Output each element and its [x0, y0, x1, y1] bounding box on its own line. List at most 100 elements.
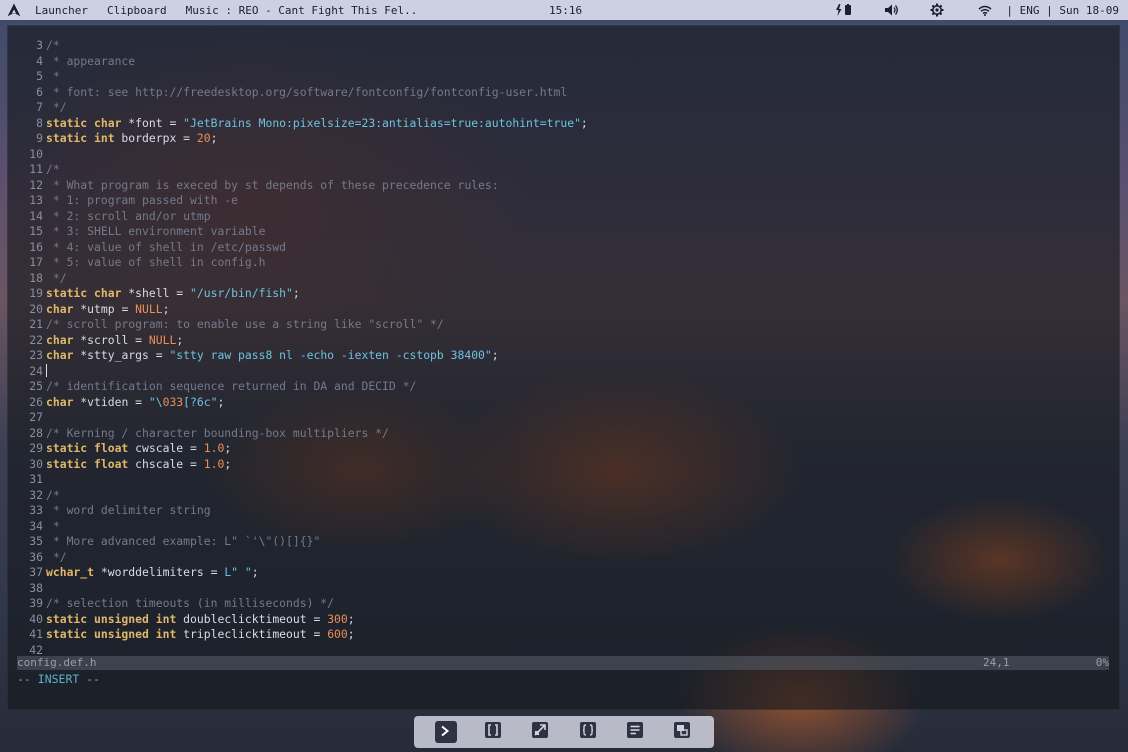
code-line[interactable]: 8 static char *font = "JetBrains Mono:pix… — [17, 116, 588, 132]
code-token: tripleclicktimeout = — [176, 627, 328, 641]
code-line[interactable]: 31 — [17, 472, 588, 488]
window-switch-icon — [673, 721, 691, 743]
code-line[interactable]: 24 — [17, 363, 588, 380]
code-line[interactable]: 9 static int borderpx = 20; — [17, 131, 588, 147]
code-token: [?6c" — [183, 394, 218, 409]
code-line[interactable]: 40 static unsigned int doubleclicktimeout… — [17, 612, 588, 628]
code-token: * — [46, 69, 60, 83]
code-line[interactable]: 30 static float chscale = 1.0; — [17, 457, 588, 473]
code-token: ; — [224, 456, 232, 471]
code-line[interactable]: 6 * font: see http://freedesktop.org/sof… — [17, 85, 588, 101]
line-number: 12 — [29, 177, 43, 192]
language-date-indicator[interactable]: | ENG | Sun 18-09 — [1006, 4, 1119, 17]
code-token: ; — [347, 627, 355, 641]
launcher-button[interactable]: Launcher — [35, 4, 88, 17]
line-number: 26 — [29, 394, 43, 409]
dock-notes[interactable] — [624, 721, 646, 743]
line-number: 16 — [29, 239, 43, 254]
clipboard-button[interactable]: Clipboard — [107, 4, 167, 17]
code-line[interactable]: 18 */ — [17, 271, 588, 287]
code-line[interactable]: 38 — [17, 581, 588, 597]
code-line[interactable]: 41 static unsigned int tripleclicktimeout… — [17, 627, 588, 643]
code-line[interactable]: 23 char *stty_args = "stty raw pass8 nl -… — [17, 348, 588, 364]
code-token: cwscale = — [128, 441, 204, 455]
code-line[interactable]: 13 * 1: program passed with -e — [17, 193, 588, 209]
music-widget[interactable]: Music : REO - Cant Fight This Fel.. — [186, 4, 418, 17]
code-token: /* — [46, 487, 60, 502]
clock[interactable]: 15:16 — [549, 4, 582, 17]
code-line[interactable]: 21/* scroll program: to enable use a str… — [17, 317, 588, 333]
line-number: 22 — [29, 332, 43, 347]
code-line[interactable]: 12 * What program is execed by st depend… — [17, 178, 588, 194]
code-line[interactable]: 26 char *vtiden = "\033[?6c"; — [17, 395, 588, 411]
code-line[interactable]: 14 * 2: scroll and/or utmp — [17, 209, 588, 225]
dock-brackets[interactable] — [482, 721, 504, 743]
text-cursor — [46, 363, 47, 377]
line-number: 15 — [29, 224, 43, 238]
code-line[interactable]: 15 * 3: SHELL environment variable — [17, 224, 588, 240]
line-number: 6 — [36, 84, 43, 99]
dock-window-switch[interactable] — [671, 721, 693, 743]
dock-terminal[interactable] — [434, 721, 457, 743]
code-line[interactable]: 10 — [17, 147, 588, 163]
code-line[interactable]: 33 * word delimiter string — [17, 503, 588, 519]
code-token: * 1: program passed with -e — [46, 193, 239, 207]
code-line[interactable]: 20 char *utmp = NULL; — [17, 302, 588, 318]
code-line[interactable]: 32/* — [17, 488, 588, 504]
code-token: *utmp = — [73, 301, 136, 316]
code-token: NULL — [135, 301, 163, 316]
vim-status-line: config.def.h 24,1 0% — [17, 656, 1109, 670]
code-token: */ — [46, 270, 67, 285]
code-line[interactable]: 37 wchar_t *worddelimiters = L" "; — [17, 565, 588, 581]
code-token: static float — [46, 456, 129, 471]
code-line[interactable]: 19 static char *shell = "/usr/bin/fish"; — [17, 286, 588, 302]
code-braces-icon — [579, 721, 597, 743]
battery-charging-icon[interactable] — [835, 4, 853, 16]
code-line[interactable]: 34 * — [17, 519, 588, 535]
dock-screenshot[interactable] — [529, 721, 551, 743]
code-token: ; — [580, 115, 588, 130]
code-editor[interactable]: 3/* 4 * appearance 5 * 6 * font: see http:/… — [17, 38, 588, 658]
code-token: ; — [251, 565, 259, 579]
wifi-icon[interactable] — [978, 5, 992, 16]
code-line[interactable]: 39/* selection timeouts (in milliseconds… — [17, 596, 588, 612]
code-line[interactable]: 11/* — [17, 162, 588, 178]
line-number: 32 — [29, 487, 43, 502]
code-token: * 4: value of shell in /etc/passwd — [46, 239, 287, 254]
code-line[interactable]: 35 * More advanced example: L" `'\"()[]{… — [17, 534, 588, 550]
code-line[interactable]: 25/* identification sequence returned in… — [17, 379, 588, 395]
code-token: /* — [46, 38, 60, 52]
code-line[interactable]: 7 */ — [17, 100, 588, 116]
code-token: L" " — [224, 565, 252, 579]
code-token: *vtiden = — [73, 394, 149, 409]
code-line[interactable]: 4 * appearance — [17, 54, 588, 70]
code-line[interactable]: 27 — [17, 410, 588, 426]
code-token: * 3: SHELL environment variable — [46, 224, 266, 238]
code-line[interactable]: 36 */ — [17, 550, 588, 566]
code-token: ; — [162, 301, 170, 316]
code-token: * font: see http://freedesktop.org/softw… — [46, 84, 568, 99]
dock-code[interactable] — [577, 721, 599, 743]
code-line[interactable]: 17 * 5: value of shell in config.h — [17, 255, 588, 271]
terminal-window[interactable]: 3/* 4 * appearance 5 * 6 * font: see http:/… — [7, 25, 1120, 710]
code-line[interactable]: 5 * — [17, 69, 588, 85]
code-token: /* Kerning / character bounding-box mult… — [46, 425, 389, 440]
code-token: "JetBrains Mono:pixelsize=23:antialias=t… — [183, 115, 581, 130]
vim-mode-indicator: -- INSERT -- — [17, 672, 101, 686]
settings-gear-icon[interactable] — [930, 3, 944, 17]
code-line[interactable]: 29 static float cwscale = 1.0; — [17, 441, 588, 457]
volume-icon[interactable] — [885, 4, 899, 16]
code-line[interactable]: 3/* — [17, 38, 588, 54]
line-number: 21 — [29, 317, 43, 331]
code-line[interactable]: 28/* Kerning / character bounding-box mu… — [17, 426, 588, 442]
arch-logo-icon[interactable] — [7, 2, 23, 18]
code-token: *font = — [121, 115, 184, 130]
line-number: 30 — [29, 456, 43, 471]
code-token: 1.0 — [203, 441, 225, 455]
code-line[interactable]: 22 char *scroll = NULL; — [17, 333, 588, 349]
line-number: 35 — [29, 534, 43, 548]
code-token: 600 — [327, 627, 348, 641]
code-line[interactable]: 16 * 4: value of shell in /etc/passwd — [17, 240, 588, 256]
line-number: 19 — [29, 286, 43, 300]
line-number: 20 — [29, 301, 43, 316]
